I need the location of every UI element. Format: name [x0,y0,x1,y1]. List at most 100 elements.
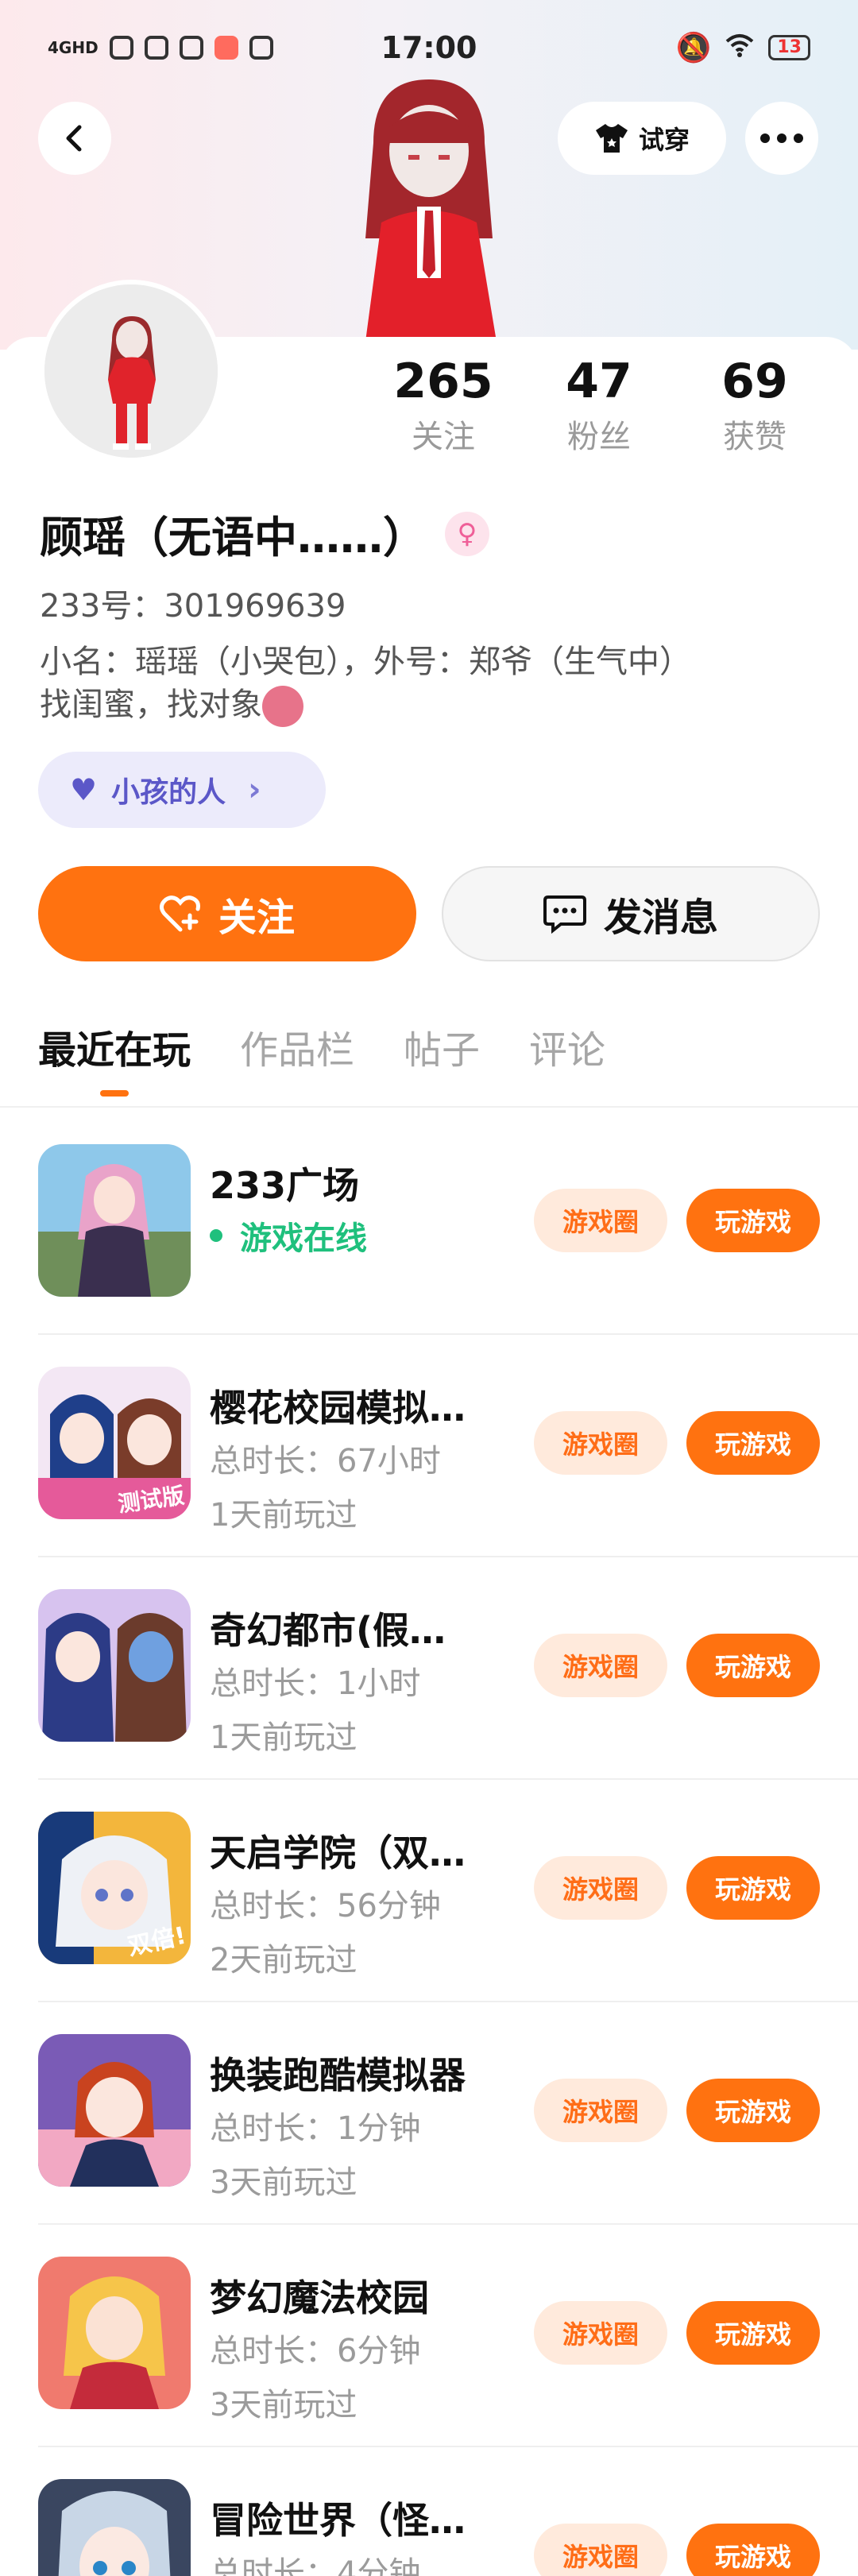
game-circle-button[interactable]: 游戏圈 [534,2524,667,2576]
game-icon-sakura-school: 测试版 [38,1367,191,1519]
avatar-image-icon [44,284,218,458]
game-title: 233广场 [210,1164,360,1207]
profile-name-row: 顾瑶（无语中……） ♀ [40,502,489,565]
game-icon-fantasy-city [38,1589,191,1742]
app-notification-icon [109,36,133,60]
status-time: 17:00 [381,30,477,65]
more-icon [760,133,803,143]
list-item[interactable]: 梦幻魔法校园 总时长：6分钟 3天前玩过 游戏圈 玩游戏 [0,2225,858,2447]
list-item[interactable]: 双倍! 天启学院（双… 总时长：56分钟 2天前玩过 游戏圈 玩游戏 [0,1780,858,2002]
back-button[interactable] [38,102,111,175]
game-circle-button[interactable]: 游戏圈 [534,1411,667,1475]
stat-value: 47 [566,354,632,409]
heart-icon: ♥ [70,772,98,807]
stat-label: 关注 [412,419,475,455]
last-played: 1天前玩过 [210,1497,358,1534]
online-status: 游戏在线 [210,1213,367,1259]
tab-posts[interactable]: 帖子 [404,1019,480,1085]
list-item[interactable]: 测试版 樱花校园模拟… 总时长：67小时 1天前玩过 游戏圈 玩游戏 [0,1335,858,1557]
tab-comments[interactable]: 评论 [529,1019,605,1085]
online-dot-icon [210,1229,222,1242]
profile-stats: 265 关注 47 粉丝 69 获赞 [365,350,834,461]
play-game-button[interactable]: 玩游戏 [686,2079,820,2142]
follow-label: 关注 [218,895,295,940]
tab-label: 帖子 [404,1028,481,1073]
chevron-right-icon: › [248,772,261,808]
game-title: 天启学院（双… [210,1831,466,1874]
tag-label: 小孩的人 [111,776,226,809]
game-title: 樱花校园模拟… [210,1387,466,1429]
game-icon-dress-up-parkour [38,2034,191,2187]
try-on-button[interactable]: 试穿 [558,102,726,175]
active-tab-indicator [100,1090,129,1097]
play-duration: 总时长：67小时 [210,1443,441,1479]
follow-button[interactable]: 关注 [38,866,416,961]
profile-tag[interactable]: ♥ 小孩的人 › [38,752,326,828]
game-icon-magic-school [38,2257,191,2409]
female-gender-icon: ♀ [445,511,489,556]
bio-line: 小名：瑶瑶（小哭包），外号：郑爷（生气中） [40,644,691,680]
play-duration: 总时长：56分钟 [210,1888,441,1924]
avatar[interactable] [40,280,222,462]
message-label: 发消息 [603,895,718,940]
play-duration: 总时长：1分钟 [210,2110,421,2147]
play-game-button[interactable]: 玩游戏 [686,2524,820,2576]
angry-face-icon [262,686,303,727]
list-item[interactable]: 换装跑酷模拟器 总时长：1分钟 3天前玩过 游戏圈 玩游戏 [0,2002,858,2225]
last-played: 3天前玩过 [210,2164,358,2201]
list-item[interactable]: 233广场 游戏在线 游戏圈 玩游戏 [0,1112,858,1335]
stat-followers[interactable]: 47 粉丝 [521,350,677,461]
stat-value: 265 [393,354,493,409]
chat-bubble-icon [543,895,586,934]
game-title: 梦幻魔法校园 [210,2276,429,2319]
app-notification-icon [249,36,273,60]
battery-indicator: 13 [768,35,810,60]
play-game-button[interactable]: 玩游戏 [686,1411,820,1475]
avatar-figure-icon [365,79,497,342]
play-duration: 总时长：1小时 [210,1665,421,1702]
tab-label: 评论 [529,1028,606,1073]
play-game-button[interactable]: 玩游戏 [686,1634,820,1697]
recent-games-list: 233广场 游戏在线 游戏圈 玩游戏 测试版 樱花校园模拟… 总时长：67小时 … [0,1112,858,2576]
last-played: 2天前玩过 [210,1942,358,1978]
tab-label: 最近在玩 [38,1028,191,1073]
play-game-button[interactable]: 玩游戏 [686,2301,820,2365]
send-message-button[interactable]: 发消息 [442,866,820,961]
wifi-icon [725,32,754,64]
app-notification-icon [214,36,238,60]
more-options-button[interactable] [745,102,818,175]
game-circle-button[interactable]: 游戏圈 [534,1634,667,1697]
game-circle-button[interactable]: 游戏圈 [534,1189,667,1252]
game-icon-plaza [38,1144,191,1297]
game-icon-tianqi-academy: 双倍! [38,1812,191,1964]
tab-works[interactable]: 作品栏 [240,1019,354,1085]
profile-tabs: 最近在玩 作品栏 帖子 评论 [38,1019,605,1097]
tab-recently-played[interactable]: 最近在玩 [38,1019,191,1097]
game-circle-button[interactable]: 游戏圈 [534,1856,667,1920]
heart-plus-icon [159,895,200,932]
game-circle-button[interactable]: 游戏圈 [534,2301,667,2365]
stat-likes[interactable]: 69 获赞 [677,350,833,461]
bio-line: 找闺蜜，找对象 [40,687,262,723]
tab-label: 作品栏 [240,1028,355,1073]
game-title: 换装跑酷模拟器 [210,2054,466,2097]
last-played: 1天前玩过 [210,1719,358,1756]
profile-bio: 小名：瑶瑶（小哭包），外号：郑爷（生气中） 找闺蜜，找对象 [40,640,826,727]
stat-label: 粉丝 [567,419,631,455]
profile-name: 顾瑶（无语中……） [40,512,426,563]
network-indicator: 4GHD [48,38,99,57]
game-circle-button[interactable]: 游戏圈 [534,2079,667,2142]
stat-value: 69 [721,354,788,409]
play-game-button[interactable]: 玩游戏 [686,1189,820,1252]
mute-icon: 🔕 [675,32,712,64]
app-notification-icon [144,36,168,60]
stat-following[interactable]: 265 关注 [365,350,521,461]
list-item[interactable]: 奇幻都市(假… 总时长：1小时 1天前玩过 游戏圈 玩游戏 [0,1557,858,1780]
list-item[interactable]: 冒险世界（怪… 总时长：4分钟 游戏圈 玩游戏 [0,2447,858,2576]
app-notification-icon [179,36,203,60]
status-bar: 4GHD 17:00 🔕 13 [0,0,858,95]
last-played: 3天前玩过 [210,2387,358,2423]
play-game-button[interactable]: 玩游戏 [686,1856,820,1920]
chevron-left-icon [66,125,82,152]
shirt-icon [595,124,628,153]
